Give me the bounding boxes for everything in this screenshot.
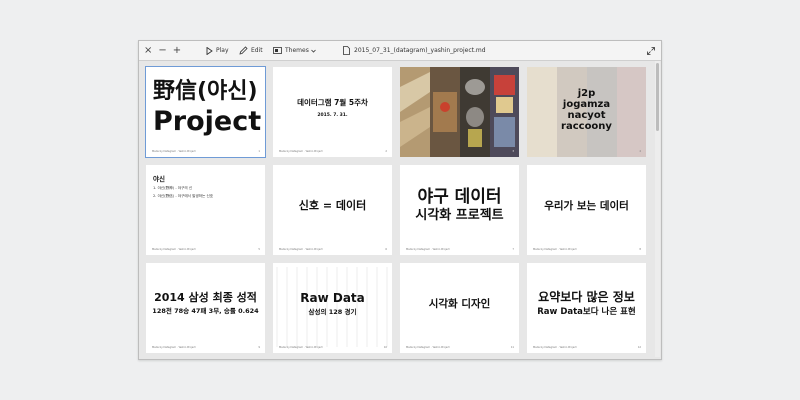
- slide-content: 우리가 보는 데이터: [527, 165, 646, 245]
- edit-label: Edit: [251, 47, 263, 54]
- fullscreen-button[interactable]: [647, 41, 655, 60]
- slide-number: 6: [385, 248, 387, 251]
- slide-number: 11: [510, 346, 514, 349]
- play-icon: [206, 46, 213, 55]
- slide-thumbnail[interactable]: 시각화 디자인 Made by Datagram · Yashin Projec…: [400, 263, 519, 353]
- slide-title: 2014 삼성 최종 성적: [154, 291, 257, 304]
- slide-subtitle: 2015. 7. 31.: [317, 112, 348, 118]
- slide-content: 야구 데이터 시각화 프로젝트: [400, 165, 519, 245]
- themes-label: Themes: [285, 47, 309, 54]
- slide-title: 야구 데이터: [417, 186, 502, 207]
- document-icon: [343, 46, 350, 55]
- slide-name: raccoony: [561, 121, 612, 132]
- slide-name: jogamza: [562, 99, 611, 110]
- slide-thumbnail[interactable]: 2014 삼성 최종 성적 128전 78승 47패 3무, 승률 0.624 …: [146, 263, 265, 353]
- slide-subtitle: Raw Data보다 나은 표현: [537, 307, 636, 317]
- slide-name: j2p: [577, 88, 596, 99]
- slide-list-item: 1. 야신(野神) - 야구의 신: [153, 186, 193, 190]
- slide-subtitle: 삼성의 128 경기: [308, 308, 357, 316]
- slide-footer: Made by Datagram · Yashin Project: [152, 248, 196, 251]
- slide-content: 신호 = 데이터: [273, 165, 392, 245]
- window-controls: × − +: [144, 41, 181, 60]
- vertical-scrollbar[interactable]: [655, 61, 660, 357]
- slide-number: 5: [258, 248, 260, 251]
- slide-title: 요약보다 많은 정보: [538, 290, 635, 304]
- slide-footer: Made by Datagram · Yashin Project: [279, 346, 323, 349]
- slide-footer: Made by Datagram · Yashin Project: [533, 346, 577, 349]
- edit-button[interactable]: Edit: [239, 41, 263, 60]
- slide-title: 野信(야신): [153, 79, 258, 104]
- slide-title: 데이터그램 7월 5주차: [297, 97, 368, 107]
- file-name: 2015_07_31_(datagram)_yashin_project.md: [354, 47, 486, 54]
- slide-thumbnail[interactable]: 야신 1. 야신(野神) - 야구의 신 2. 야신(野信) - 야구에서 발생…: [146, 165, 265, 255]
- slide-footer: Made by Datagram · Yashin Project: [406, 346, 450, 349]
- slide-footer: Made by Datagram · Yashin Project: [533, 248, 577, 251]
- slide-name: nacyot: [567, 110, 606, 121]
- slide-number: 1: [258, 150, 260, 153]
- slide-title: Project: [153, 106, 262, 137]
- slide-title: 신호 = 데이터: [298, 199, 367, 212]
- add-icon[interactable]: +: [173, 41, 181, 60]
- toolbar: × − + Play Edit Themes 2015_07_31_(datag…: [139, 41, 661, 61]
- slide-thumbnail[interactable]: 데이터그램 7월 5주차 2015. 7. 31. Made by Datagr…: [273, 67, 392, 157]
- minimize-icon[interactable]: −: [158, 41, 166, 60]
- slide-content: 데이터그램 7월 5주차 2015. 7. 31.: [273, 67, 392, 147]
- slide-title: Raw Data: [300, 291, 365, 305]
- slide-content: 요약보다 많은 정보 Raw Data보다 나은 표현: [527, 263, 646, 343]
- slide-thumbnail[interactable]: 신호 = 데이터 Made by Datagram · Yashin Proje…: [273, 165, 392, 255]
- slide-title: 시각화 디자인: [428, 297, 491, 310]
- slide-heading: 야신: [153, 175, 165, 183]
- app-window: × − + Play Edit Themes 2015_07_31_(datag…: [138, 40, 662, 360]
- slide-content: Raw Data 삼성의 128 경기: [273, 263, 392, 343]
- chevron-down-icon: [311, 49, 316, 53]
- slide-list-item: 2. 야신(野信) - 야구에서 발생하는 신호: [153, 194, 214, 198]
- scrollbar-thumb[interactable]: [656, 63, 659, 131]
- slide-thumbnail[interactable]: j2p jogamza nacyot raccoony 4: [527, 67, 646, 157]
- slide-footer: Made by Datagram · Yashin Project: [152, 346, 196, 349]
- photo-collage-image: [400, 67, 519, 157]
- slide-number: 4: [639, 150, 641, 153]
- pencil-icon: [239, 46, 248, 55]
- slide-number: 3: [512, 150, 514, 153]
- themes-icon: [273, 47, 282, 54]
- slide-number: 10: [383, 346, 387, 349]
- slide-title: 우리가 보는 데이터: [544, 199, 629, 212]
- slide-grid: 野信(야신) Project Made by Datagram · Yashin…: [139, 61, 653, 359]
- slide-content: j2p jogamza nacyot raccoony: [527, 67, 646, 153]
- expand-icon: [647, 46, 655, 55]
- slide-number: 2: [385, 150, 387, 153]
- slide-footer: Made by Datagram · Yashin Project: [406, 248, 450, 251]
- slide-thumbnail[interactable]: 우리가 보는 데이터 Made by Datagram · Yashin Pro…: [527, 165, 646, 255]
- slide-footer: Made by Datagram · Yashin Project: [152, 150, 196, 153]
- slide-thumbnail[interactable]: 3: [400, 67, 519, 157]
- slide-number: 9: [258, 346, 260, 349]
- slide-footer: Made by Datagram · Yashin Project: [279, 150, 323, 153]
- slide-thumbnail[interactable]: Raw Data 삼성의 128 경기 Made by Datagram · Y…: [273, 263, 392, 353]
- file-title: 2015_07_31_(datagram)_yashin_project.md: [343, 41, 486, 60]
- themes-button[interactable]: Themes: [273, 41, 316, 60]
- slide-footer: Made by Datagram · Yashin Project: [279, 248, 323, 251]
- play-button[interactable]: Play: [206, 41, 229, 60]
- slide-number: 7: [512, 248, 514, 251]
- slide-thumbnail[interactable]: 야구 데이터 시각화 프로젝트 Made by Datagram · Yashi…: [400, 165, 519, 255]
- slide-thumbnail[interactable]: 요약보다 많은 정보 Raw Data보다 나은 표현 Made by Data…: [527, 263, 646, 353]
- slide-number: 12: [637, 346, 641, 349]
- slide-content: 시각화 디자인: [400, 263, 519, 343]
- close-icon[interactable]: ×: [144, 41, 152, 60]
- play-label: Play: [216, 47, 229, 54]
- slide-number: 8: [639, 248, 641, 251]
- slide-content: 2014 삼성 최종 성적 128전 78승 47패 3무, 승률 0.624: [146, 263, 265, 343]
- slide-thumbnail[interactable]: 野信(야신) Project Made by Datagram · Yashin…: [145, 66, 266, 158]
- slide-subtitle: 시각화 프로젝트: [415, 207, 504, 223]
- slide-subtitle: 128전 78승 47패 3무, 승률 0.624: [152, 307, 259, 315]
